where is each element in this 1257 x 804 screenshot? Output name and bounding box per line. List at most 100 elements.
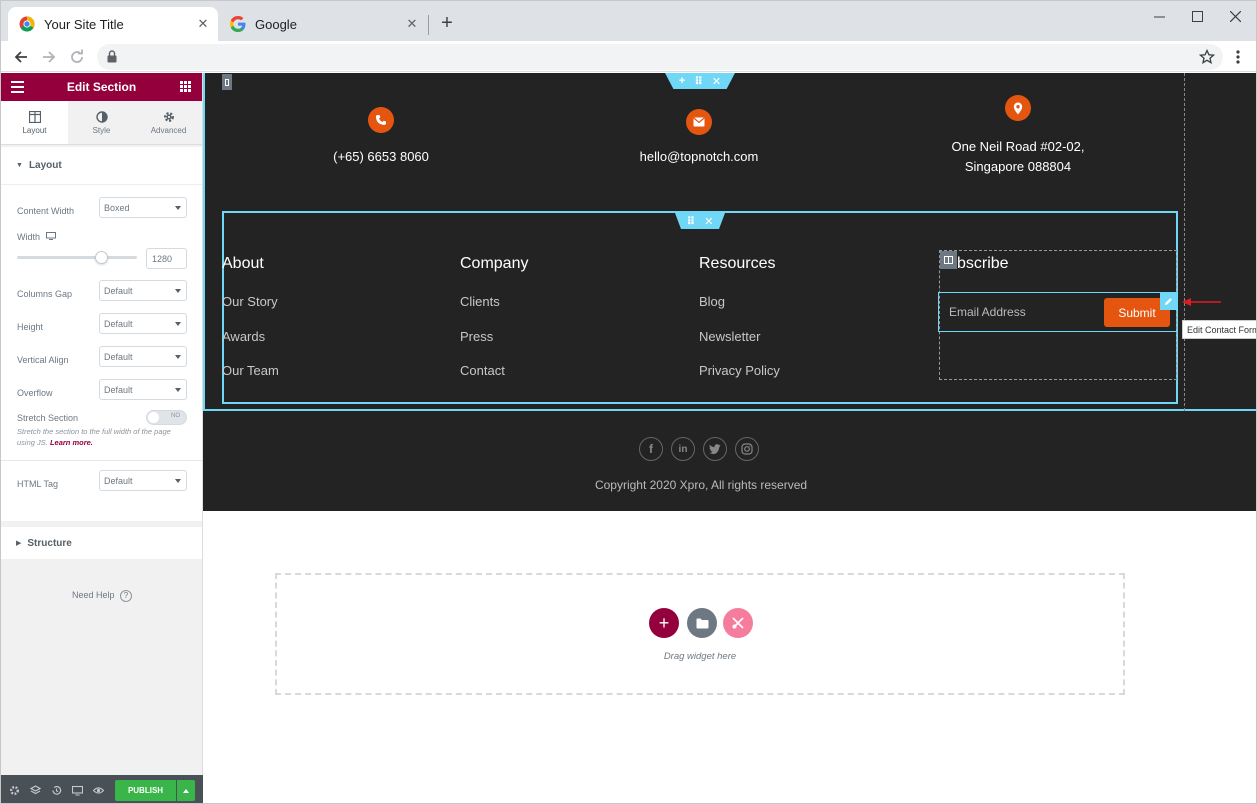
- close-window-icon[interactable]: [1216, 1, 1254, 31]
- drag-widget-hint: Drag widget here: [663, 651, 737, 662]
- content-width-control: Content Width Boxed: [1, 195, 202, 228]
- back-arrow-icon[interactable]: [8, 44, 34, 70]
- add-section-dropzone[interactable]: + Drag widget here: [275, 573, 1125, 695]
- select-value: Default: [104, 286, 133, 296]
- content-width-select[interactable]: Boxed: [99, 197, 187, 218]
- height-control: Height Default: [1, 311, 202, 344]
- footer-link[interactable]: Privacy Policy: [699, 363, 780, 378]
- select-value: Default: [104, 385, 133, 395]
- caret-down-icon: [175, 355, 181, 359]
- desktop-icon[interactable]: [46, 232, 56, 242]
- layers-icon[interactable]: [28, 783, 43, 797]
- url-field[interactable]: [97, 44, 1223, 70]
- tab-label: Layout: [22, 125, 47, 135]
- overflow-select[interactable]: Default: [99, 379, 187, 400]
- tab-advanced[interactable]: Advanced: [135, 101, 202, 144]
- tab-separator: [428, 15, 429, 35]
- xpro-icon: [732, 617, 744, 629]
- add-section-button[interactable]: +: [649, 608, 679, 638]
- footer-link[interactable]: Our Team: [222, 363, 279, 378]
- panel-title: Edit Section: [66, 80, 137, 94]
- more-menu-icon[interactable]: [1225, 44, 1251, 70]
- footer-link[interactable]: Blog: [699, 294, 725, 309]
- tab-your-site-title[interactable]: Your Site Title ✕: [8, 7, 218, 41]
- contact-phone: (+65) 6653 8060: [333, 149, 429, 164]
- footer-section: + ⠿ ✕ (+65) 6653 8060 hello@topnotch.com O…: [203, 73, 1256, 511]
- width-control: Width 1280: [1, 228, 202, 278]
- reload-icon[interactable]: [64, 44, 90, 70]
- close-tab-icon[interactable]: ✕: [401, 13, 423, 35]
- copyright-text: Copyright 2020 Xpro, All rights reserved: [594, 478, 808, 492]
- vertical-align-select[interactable]: Default: [99, 346, 187, 367]
- address-line-2: Singapore 088804: [964, 159, 1072, 174]
- footer-link[interactable]: Press: [460, 329, 493, 344]
- control-label: Stretch Section: [17, 413, 79, 423]
- section-handle[interactable]: + ⠿ ✕: [665, 73, 735, 89]
- twitter-icon[interactable]: [703, 437, 727, 461]
- structure-section-toggle[interactable]: ▶ Structure: [1, 527, 202, 559]
- html-tag-select[interactable]: Default: [99, 470, 187, 491]
- select-value: Boxed: [104, 203, 130, 213]
- close-tab-icon[interactable]: ✕: [192, 13, 214, 35]
- need-help[interactable]: Need Help ?: [1, 590, 203, 602]
- caret-down-icon: [175, 289, 181, 293]
- linkedin-icon[interactable]: in: [671, 437, 695, 461]
- location-icon: [1005, 95, 1031, 121]
- history-icon[interactable]: [49, 783, 64, 797]
- stretch-section-toggle[interactable]: NO: [146, 410, 187, 425]
- close-icon[interactable]: ✕: [712, 75, 721, 88]
- inner-section-handle[interactable]: ⠿ ✕: [675, 213, 725, 229]
- bookmark-star-icon[interactable]: [1194, 44, 1220, 70]
- control-label: Width: [17, 232, 41, 242]
- maximize-icon[interactable]: [1178, 1, 1216, 31]
- edit-widget-pencil[interactable]: [1160, 293, 1177, 310]
- control-label: Height: [17, 322, 44, 332]
- width-slider-track[interactable]: [17, 256, 137, 259]
- footer-link[interactable]: Awards: [222, 329, 265, 344]
- responsive-mode-icon[interactable]: [70, 783, 85, 797]
- publish-button[interactable]: PUBLISH: [115, 780, 176, 801]
- width-number-input[interactable]: 1280: [146, 248, 187, 269]
- layout-columns-icon: [28, 110, 41, 123]
- minimize-icon[interactable]: [1140, 1, 1178, 31]
- add-template-button[interactable]: [687, 608, 717, 638]
- column-edit-handle[interactable]: [222, 74, 232, 90]
- drag-handle-icon[interactable]: ⠿: [694, 75, 703, 88]
- html-tag-control: HTML Tag Default: [1, 468, 202, 508]
- facebook-icon[interactable]: f: [639, 437, 663, 461]
- columns-gap-select[interactable]: Default: [99, 280, 187, 301]
- close-icon[interactable]: ✕: [704, 215, 713, 228]
- xpro-addon-button[interactable]: [723, 608, 753, 638]
- hamburger-menu-icon[interactable]: [11, 81, 24, 96]
- layout-section-toggle[interactable]: ▼ Layout: [1, 147, 202, 185]
- preview-eye-icon[interactable]: [91, 783, 106, 797]
- add-icon[interactable]: +: [679, 75, 685, 87]
- new-tab-icon[interactable]: +: [435, 11, 459, 35]
- tab-style[interactable]: Style: [68, 101, 135, 144]
- column-edit-handle[interactable]: [940, 251, 957, 269]
- width-slider-handle[interactable]: [95, 251, 108, 264]
- control-label: Overflow: [17, 388, 53, 398]
- widgets-grid-icon[interactable]: [180, 81, 191, 92]
- caret-right-icon: ▶: [16, 540, 22, 547]
- learn-more-link[interactable]: Learn more.: [50, 438, 93, 447]
- forward-arrow-icon[interactable]: [36, 44, 62, 70]
- tab-google[interactable]: Google ✕: [219, 7, 427, 41]
- footer-link[interactable]: Clients: [460, 294, 500, 309]
- instagram-icon[interactable]: [735, 437, 759, 461]
- structure-section[interactable]: ▶ Structure: [1, 527, 202, 559]
- drag-handle-icon[interactable]: ⠿: [687, 215, 696, 228]
- footer-link[interactable]: Newsletter: [699, 329, 760, 344]
- select-value: Default: [104, 352, 133, 362]
- height-select[interactable]: Default: [99, 313, 187, 334]
- footer-link[interactable]: Our Story: [222, 294, 278, 309]
- email-input[interactable]: Email Address: [949, 305, 1026, 319]
- column-heading-resources: Resources: [699, 255, 776, 272]
- publish-options-button[interactable]: [177, 780, 195, 801]
- footer-link[interactable]: Contact: [460, 363, 505, 378]
- settings-gear-icon[interactable]: [7, 783, 22, 797]
- caret-down-icon: ▼: [16, 162, 23, 169]
- tab-layout[interactable]: Layout: [1, 101, 68, 144]
- layout-section: ▼ Layout Content Width Boxed Width 1280 C…: [1, 147, 202, 521]
- overflow-control: Overflow Default: [1, 377, 202, 410]
